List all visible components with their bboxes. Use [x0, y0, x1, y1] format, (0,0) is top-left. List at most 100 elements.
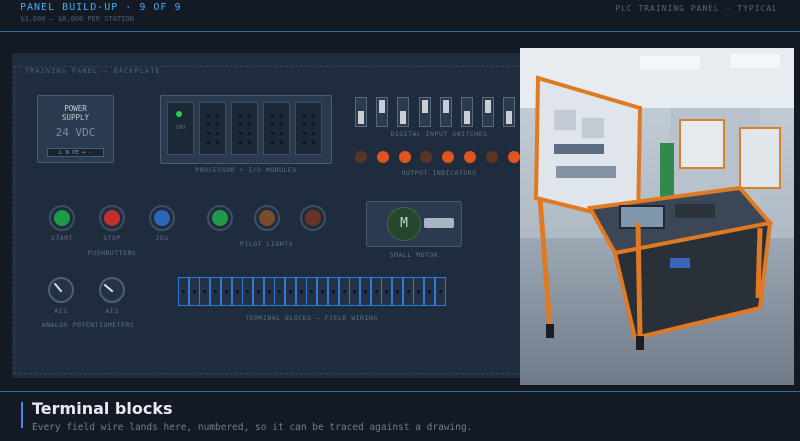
bottom-divider	[0, 391, 800, 392]
io-module[interactable]	[295, 102, 322, 155]
terminal-screw	[428, 290, 432, 293]
terminal-block[interactable]	[381, 277, 393, 306]
power-supply-terminals: L N PE + -	[47, 148, 104, 157]
caption-title: Terminal blocks	[32, 399, 173, 418]
digital-input-switch[interactable]	[482, 97, 495, 127]
io-module[interactable]	[199, 102, 226, 155]
io-terminal-dot	[248, 123, 251, 126]
terminal-block[interactable]	[199, 277, 211, 306]
power-supply[interactable]: POWER SUPPLY 24 VDC L N PE + -	[37, 95, 114, 163]
pilot-light	[254, 205, 280, 231]
io-terminal-dot	[280, 141, 283, 144]
io-terminal-dot	[271, 132, 274, 135]
digital-input-switch[interactable]	[376, 97, 389, 127]
terminal-block[interactable]	[434, 277, 446, 306]
cpu-module[interactable]: CPU	[167, 102, 194, 155]
terminal-block[interactable]	[402, 277, 414, 306]
terminal-block[interactable]	[242, 277, 254, 306]
terminal-block[interactable]	[178, 277, 189, 306]
digital-input-switch[interactable]	[418, 97, 431, 127]
terminal-screw	[289, 290, 292, 293]
stop-button[interactable]	[99, 205, 125, 231]
io-terminal-dot	[312, 141, 315, 144]
io-module[interactable]	[231, 102, 258, 155]
terminal-screw	[192, 290, 196, 293]
io-terminal-dot	[216, 132, 219, 135]
io-terminal-dot	[280, 123, 283, 126]
output-indicator-led	[355, 151, 367, 163]
io-module[interactable]	[263, 102, 290, 155]
digital-input-switch[interactable]	[503, 97, 516, 127]
terminal-block[interactable]	[338, 277, 350, 306]
terminal-block[interactable]	[392, 277, 403, 306]
io-terminal-dot	[239, 123, 242, 126]
terminal-screw	[203, 290, 207, 293]
io-terminal-dot	[312, 132, 315, 135]
switch-lever	[358, 111, 364, 124]
terminal-block[interactable]	[359, 277, 371, 306]
terminal-screw	[438, 290, 442, 293]
terminal-block[interactable]	[327, 277, 339, 306]
pot-needle	[53, 282, 63, 293]
terminal-block[interactable]	[274, 277, 286, 306]
stop-button-cap	[104, 210, 120, 226]
power-supply-name: POWER SUPPLY	[61, 104, 90, 122]
potentiometer-ai2[interactable]	[99, 277, 125, 303]
terminal-screw	[374, 290, 378, 293]
start-button[interactable]	[49, 205, 75, 231]
terminal-block[interactable]	[413, 277, 425, 306]
terminal-block[interactable]	[285, 277, 296, 306]
small-motor[interactable]: M	[366, 201, 462, 247]
digital-input-switch[interactable]	[439, 97, 452, 127]
io-terminal-dot	[303, 123, 306, 126]
io-terminal-dot	[239, 114, 242, 117]
stop-label: STOP	[103, 234, 121, 242]
terminal-block[interactable]	[220, 277, 232, 306]
terminal-screw	[417, 290, 421, 293]
terminal-block[interactable]	[263, 277, 275, 306]
switch-lever	[379, 100, 386, 113]
switch-lever	[464, 111, 470, 124]
io-terminal-dot	[248, 141, 251, 144]
terminal-screw	[396, 290, 399, 293]
processor-rack[interactable]: CPU	[160, 95, 332, 164]
power-supply-voltage: 24 VDC	[55, 126, 96, 139]
pilot-light	[207, 205, 233, 231]
output-indicator-led	[464, 151, 476, 163]
io-terminal-dot	[239, 141, 242, 144]
terminal-block[interactable]	[349, 277, 361, 306]
potentiometers-caption: ANALOG POTENTIOMETERS	[41, 321, 135, 329]
jog-button[interactable]	[149, 205, 175, 231]
io-terminal-dot	[280, 132, 283, 135]
cpu-label: CPU	[175, 125, 186, 131]
output-indicator-led	[507, 151, 520, 163]
digital-input-switch[interactable]	[355, 97, 367, 127]
pot-ai1-label: AI1	[54, 307, 68, 315]
digital-input-switch[interactable]	[397, 97, 410, 127]
io-terminal-dot	[248, 114, 251, 117]
motor-caption: SMALL MOTOR	[389, 251, 439, 259]
terminal-block[interactable]	[424, 277, 436, 306]
io-terminal-dot	[271, 114, 274, 117]
output-indicator-led	[485, 151, 498, 163]
terminal-screw	[235, 290, 239, 293]
digital-input-switch[interactable]	[461, 97, 473, 127]
terminal-block[interactable]	[370, 277, 382, 306]
terminal-block[interactable]	[231, 277, 243, 306]
terminal-block[interactable]	[317, 277, 329, 306]
terminal-block[interactable]	[306, 277, 318, 306]
output-indicator-led	[376, 151, 389, 163]
training-station-photo	[520, 48, 794, 385]
terminal-block[interactable]	[295, 277, 307, 306]
jog-label: JOG	[155, 234, 169, 242]
terminal-block[interactable]	[210, 277, 222, 306]
terminal-screw	[406, 290, 410, 293]
io-terminal-dot	[303, 141, 306, 144]
pot-needle	[103, 283, 114, 293]
terminal-screw	[214, 290, 218, 293]
terminal-block[interactable]	[252, 277, 264, 306]
processor-caption: PROCESSOR + I/O MODULES	[195, 166, 297, 174]
terminal-screw	[267, 290, 271, 293]
terminal-block[interactable]	[188, 277, 200, 306]
potentiometer-ai1[interactable]	[48, 277, 74, 303]
